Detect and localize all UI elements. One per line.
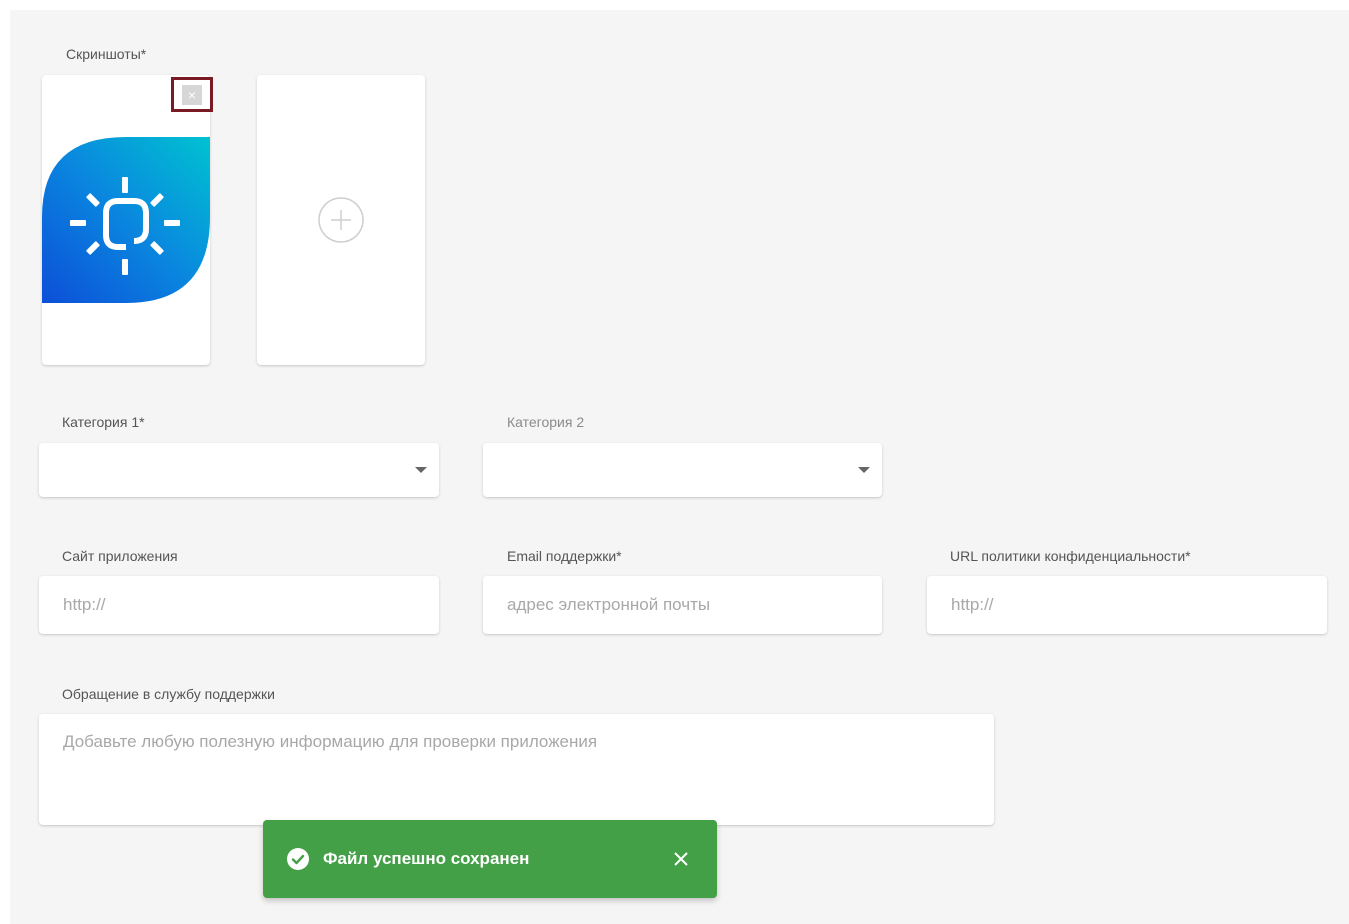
screenshot-thumbnail[interactable] xyxy=(42,75,210,365)
screenshots-label: Скриншоты* xyxy=(66,46,147,62)
category2-select[interactable] xyxy=(483,443,882,497)
success-toast: Файл успешно сохранен xyxy=(263,820,717,898)
category1-label: Категория 1* xyxy=(62,414,145,430)
support-email-input[interactable] xyxy=(483,576,882,634)
remove-screenshot-button[interactable]: × xyxy=(171,77,213,112)
support-note-label: Обращение в службу поддержки xyxy=(62,686,275,702)
support-email-label: Email поддержки* xyxy=(507,548,622,564)
plus-circle-icon xyxy=(318,197,364,243)
category1-select[interactable] xyxy=(39,443,439,497)
add-screenshot-button[interactable] xyxy=(257,75,425,365)
category2-label: Категория 2 xyxy=(507,414,585,430)
support-note-textarea[interactable] xyxy=(39,714,994,825)
page-background: Скриншоты* × Категория 1* Категория 2 Са… xyxy=(10,10,1349,924)
close-icon xyxy=(674,852,688,866)
privacy-url-label: URL политики конфиденциальности* xyxy=(950,548,1191,564)
site-url-input[interactable] xyxy=(39,576,439,634)
close-icon: × xyxy=(182,84,202,105)
privacy-url-input[interactable] xyxy=(927,576,1327,634)
check-circle-icon xyxy=(287,848,309,870)
toast-close-button[interactable] xyxy=(669,847,693,871)
chevron-down-icon xyxy=(858,467,870,473)
site-label: Сайт приложения xyxy=(62,548,178,564)
toast-message: Файл успешно сохранен xyxy=(323,849,530,868)
chevron-down-icon xyxy=(415,467,427,473)
app-logo-icon xyxy=(42,137,210,303)
